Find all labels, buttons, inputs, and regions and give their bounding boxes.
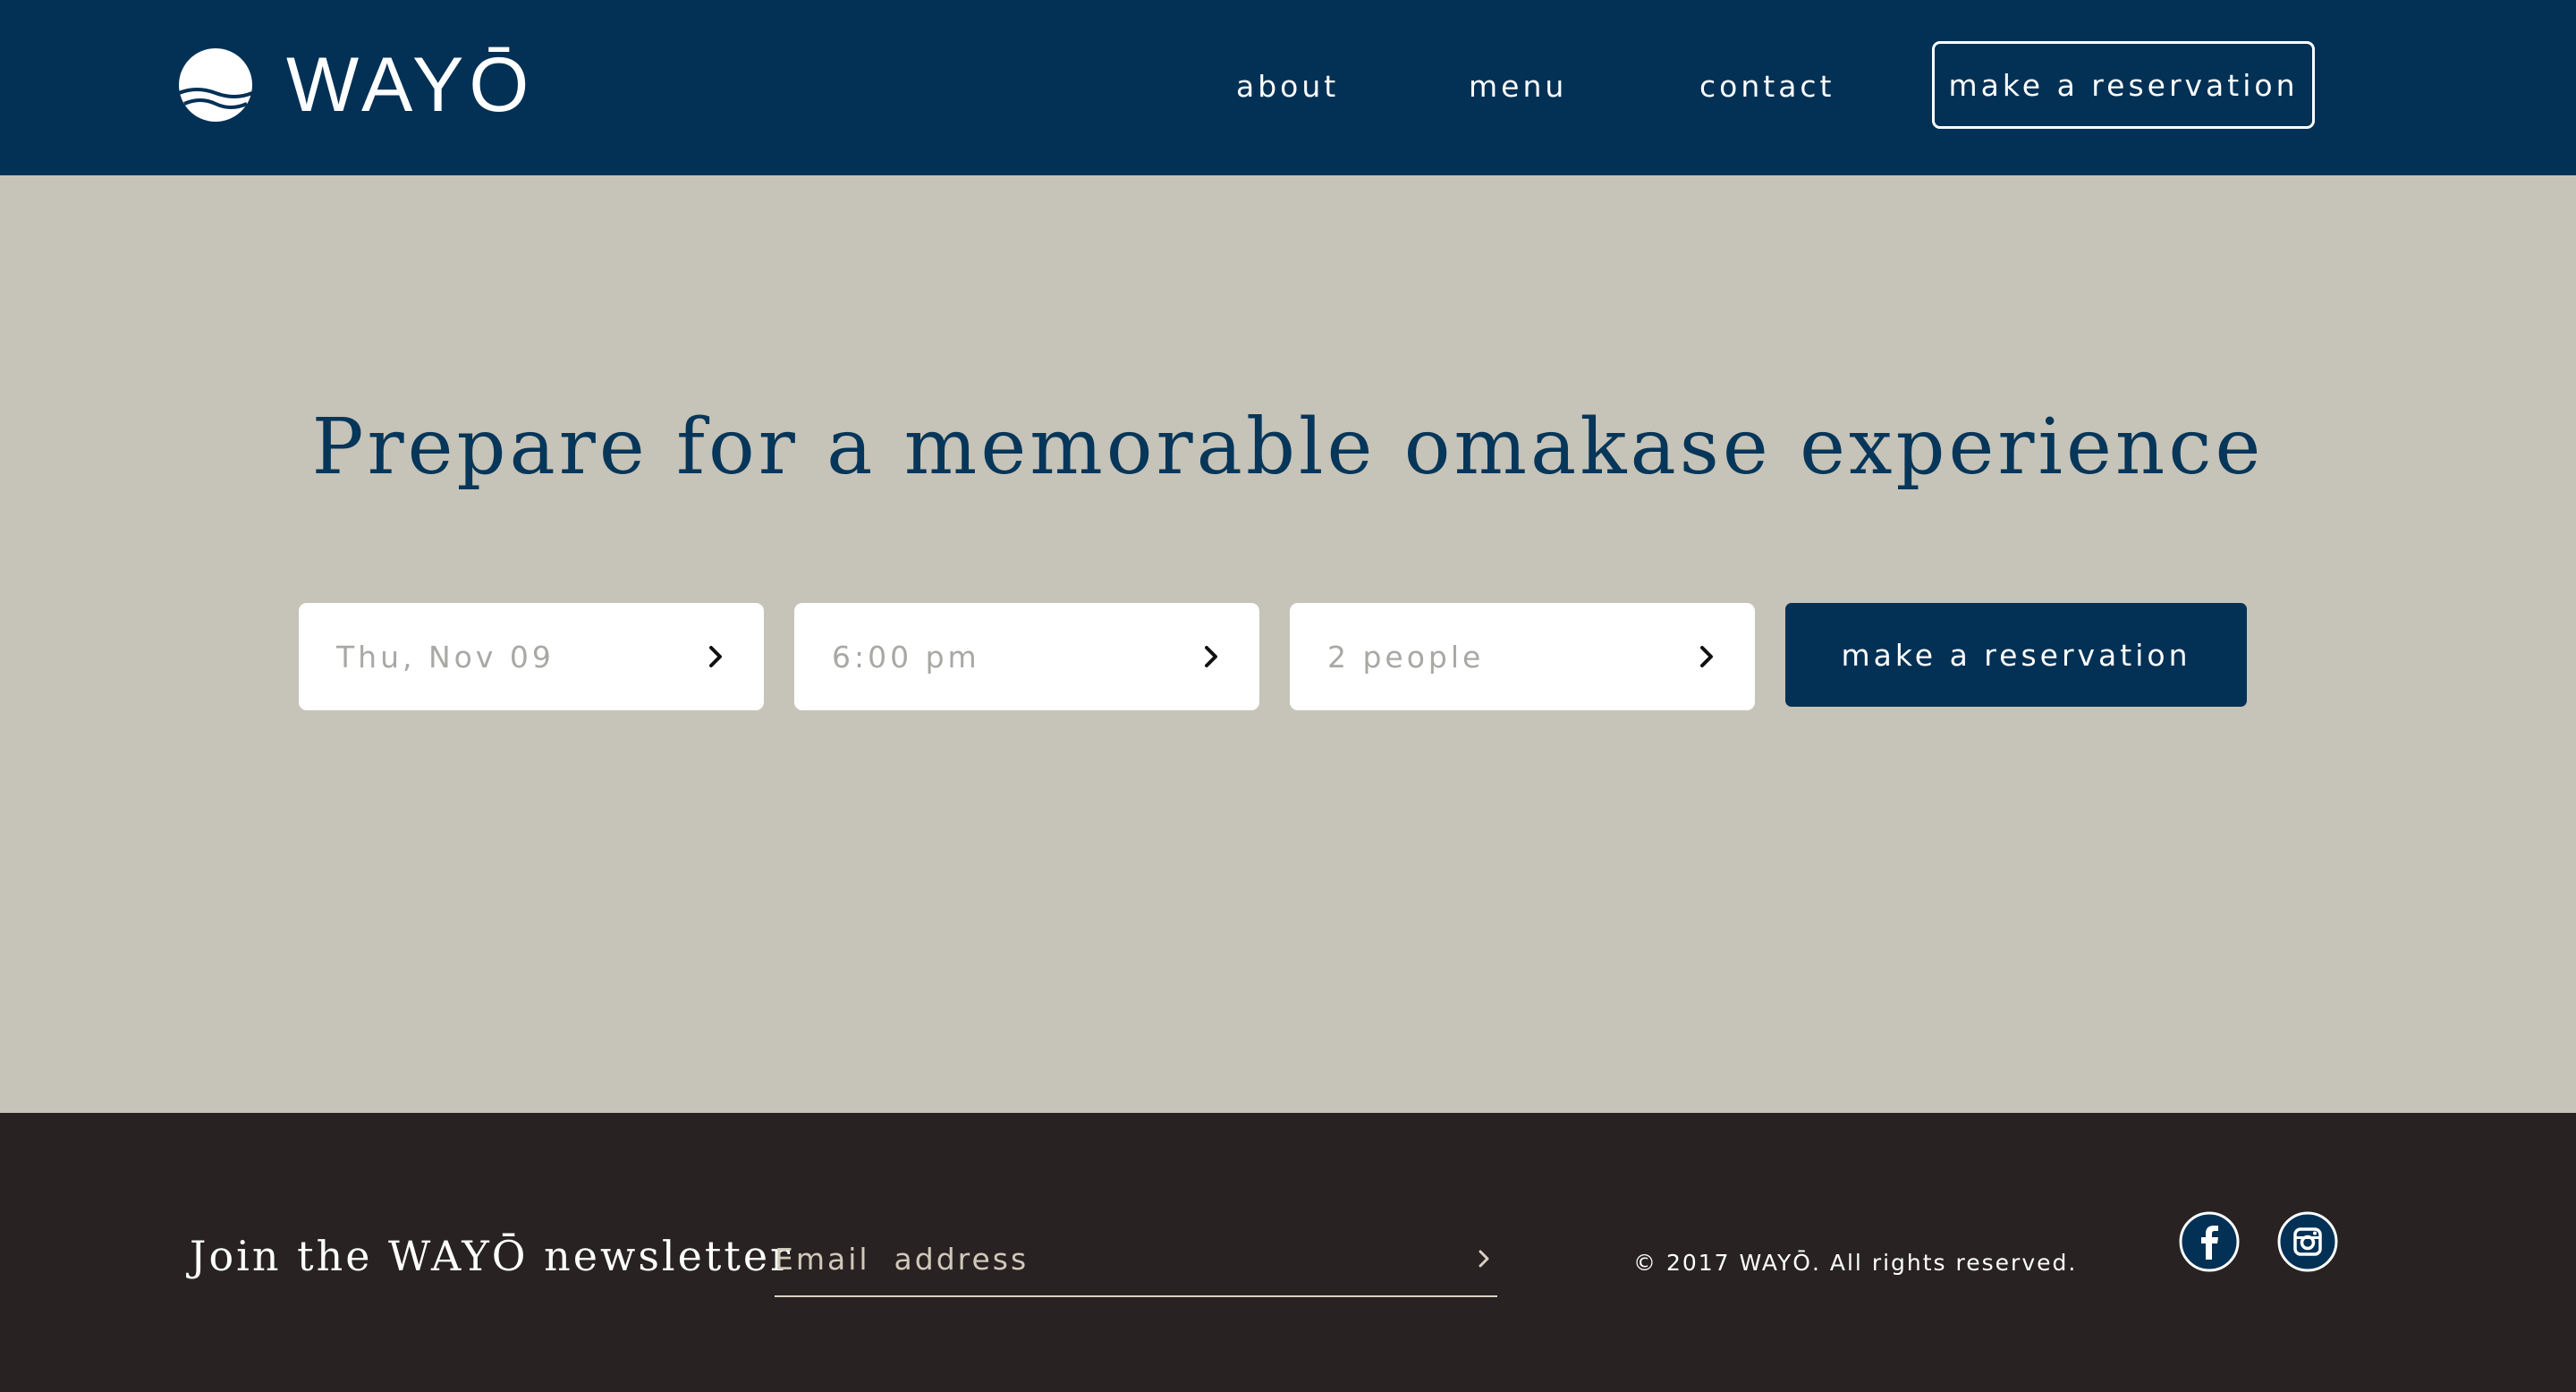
- newsletter-form: [775, 1229, 1497, 1297]
- header-reservation-button[interactable]: make a reservation: [1932, 41, 2315, 129]
- site-footer: Join the WAYŌ newsletter © 2017 WAYŌ. Al…: [0, 1113, 2576, 1392]
- logo-wordmark: WAYŌ: [286, 42, 535, 128]
- nav-link-contact[interactable]: contact: [1699, 64, 1835, 109]
- hero-headline: Prepare for a memorable omakase experien…: [311, 403, 2265, 492]
- chevron-right-icon[interactable]: [1470, 1245, 1497, 1272]
- site-header: WAYŌ about menu contact make a reservati…: [0, 0, 2576, 175]
- party-size-selector[interactable]: 2 people: [1290, 603, 1755, 710]
- facebook-icon[interactable]: [2179, 1211, 2240, 1272]
- copyright-text: © 2017 WAYŌ. All rights reserved.: [1633, 1250, 2078, 1276]
- logo[interactable]: WAYŌ: [177, 47, 534, 123]
- time-selector[interactable]: 6:00 pm: [794, 603, 1259, 710]
- instagram-icon[interactable]: [2277, 1211, 2338, 1272]
- date-value: Thu, Nov 09: [336, 639, 555, 675]
- nav-link-about[interactable]: about: [1236, 64, 1339, 109]
- time-value: 6:00 pm: [832, 639, 980, 675]
- chevron-right-icon: [1205, 646, 1217, 667]
- sun-over-waves-logo-icon: [178, 48, 253, 122]
- newsletter-title: Join the WAYŌ newsletter: [190, 1232, 793, 1280]
- date-selector[interactable]: Thu, Nov 09: [299, 603, 764, 710]
- email-input[interactable]: [775, 1229, 1436, 1288]
- party-size-value: 2 people: [1327, 639, 1485, 675]
- make-reservation-button[interactable]: make a reservation: [1785, 603, 2247, 707]
- chevron-right-icon: [1700, 646, 1713, 667]
- nav-link-menu[interactable]: menu: [1469, 64, 1567, 109]
- chevron-right-icon: [709, 646, 722, 667]
